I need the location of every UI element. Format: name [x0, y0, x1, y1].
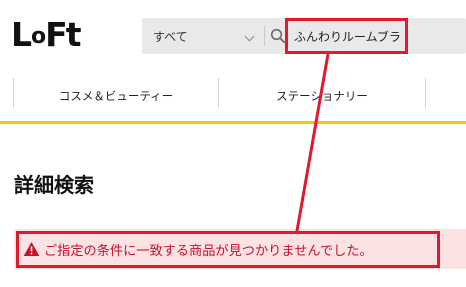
annotation-connector: [295, 53, 330, 232]
